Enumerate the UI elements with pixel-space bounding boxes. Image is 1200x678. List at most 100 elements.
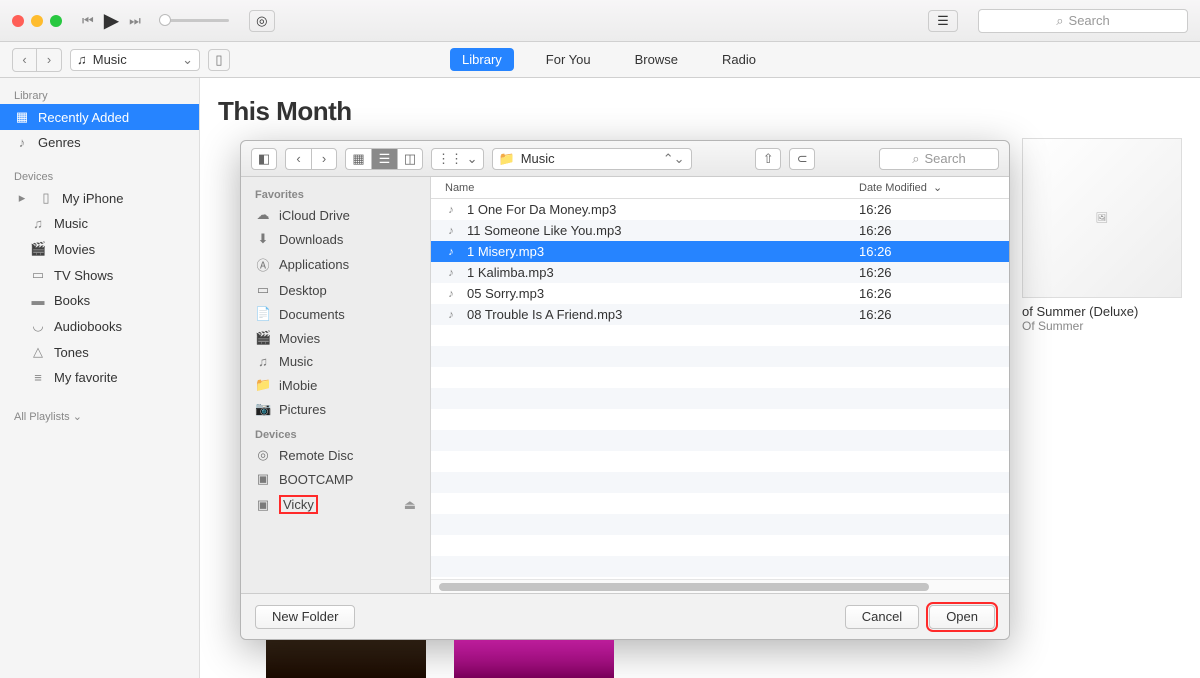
sidebar-item-tones[interactable]: △Tones (0, 339, 199, 365)
sidebar-toggle-button[interactable]: ◧ (251, 148, 277, 170)
prev-track-button[interactable]: ⏮ (82, 13, 94, 29)
sidebar-item-icloud[interactable]: ☁iCloud Drive (241, 203, 430, 227)
sidebar-item-recently-added[interactable]: ▦ Recently Added (0, 104, 199, 130)
sidebar-item-movies[interactable]: 🎬Movies (0, 236, 199, 262)
empty-row (431, 514, 1009, 535)
sidebar-item-vicky[interactable]: ▣Vicky⏏ (241, 491, 430, 518)
airplay-button[interactable]: ◎ (249, 10, 275, 32)
music-note-icon: ♫ (255, 354, 271, 369)
album-card[interactable]: 🖼 of Summer (Deluxe) Of Summer (1022, 138, 1182, 333)
eject-icon[interactable]: ⏏ (404, 497, 416, 513)
col-date[interactable]: Date Modified ⌄ (859, 181, 1009, 194)
view-column-button[interactable]: ◫ (397, 148, 423, 170)
empty-row (431, 388, 1009, 409)
music-note-icon: ♫ (77, 52, 87, 67)
empty-row (431, 430, 1009, 451)
nav-forward-button[interactable]: › (37, 49, 61, 71)
empty-row (431, 556, 1009, 577)
cancel-button[interactable]: Cancel (845, 605, 919, 629)
film-icon: 🎬 (255, 330, 271, 346)
file-row[interactable]: ♪1 Misery.mp316:26 (431, 241, 1009, 262)
tab-foryou[interactable]: For You (534, 48, 603, 71)
list-view-button[interactable]: ☰ (928, 10, 958, 32)
tags-button[interactable]: ⊂ (789, 148, 815, 170)
album-art: 🖼 (1022, 138, 1182, 298)
titlebar: ⏮ ▶ ⏭ ◎ ☰ ⌕ Search (0, 0, 1200, 42)
file-row[interactable]: ♪1 Kalimba.mp316:26 (431, 262, 1009, 283)
sidebar-item-bootcamp[interactable]: ▣BOOTCAMP (241, 467, 430, 491)
file-row[interactable]: ♪11 Someone Like You.mp316:26 (431, 220, 1009, 241)
file-date: 16:26 (859, 265, 1009, 280)
play-button[interactable]: ▶ (104, 8, 119, 33)
media-type-picker[interactable]: ♫ Music ⌄ (70, 49, 200, 71)
next-track-button[interactable]: ⏭ (129, 13, 141, 29)
tab-browse[interactable]: Browse (623, 48, 690, 71)
sidebar-item-documents[interactable]: 📄Documents (241, 302, 430, 326)
sidebar-label: Music (54, 216, 88, 231)
sidebar-all-playlists[interactable]: All Playlists ⌄ (0, 404, 199, 425)
open-button[interactable]: Open (929, 605, 995, 629)
sidebar-item-applications[interactable]: ⒶApplications (241, 251, 430, 278)
close-window-button[interactable] (12, 15, 24, 27)
file-row[interactable]: ♪1 One For Da Money.mp316:26 (431, 199, 1009, 220)
window-controls (12, 15, 62, 27)
file-list: Name Date Modified ⌄ ♪1 One For Da Money… (431, 177, 1009, 593)
view-icon-button[interactable]: ▦ (345, 148, 371, 170)
film-icon: 🎬 (30, 241, 46, 257)
file-row[interactable]: ♪05 Sorry.mp316:26 (431, 283, 1009, 304)
sidebar-item-myfavorite[interactable]: ≡My favorite (0, 365, 199, 390)
sidebar-item-music[interactable]: ♫Music (0, 211, 199, 236)
list-icon: ☰ (937, 13, 949, 29)
file-list-header[interactable]: Name Date Modified ⌄ (431, 177, 1009, 199)
sidebar-item-desktop[interactable]: ▭Desktop (241, 278, 430, 302)
main-toolbar: ‹ › ♫ Music ⌄ ▯ Library For You Browse R… (0, 42, 1200, 78)
tab-library[interactable]: Library (450, 48, 514, 71)
dialog-forward-button[interactable]: › (311, 148, 337, 170)
album-thumb[interactable] (454, 634, 614, 678)
sidebar-item-music[interactable]: ♫Music (241, 350, 430, 373)
sidebar-item-device[interactable]: ▸ ▯ My iPhone (0, 185, 199, 211)
sidebar-item-remote-disc[interactable]: ◎Remote Disc (241, 443, 430, 467)
empty-row (431, 472, 1009, 493)
search-placeholder: Search (1069, 13, 1110, 28)
path-dropdown[interactable]: 📁 Music ⌃⌄ (492, 148, 692, 170)
volume-slider[interactable] (159, 19, 229, 22)
dialog-back-button[interactable]: ‹ (285, 148, 311, 170)
sidebar-item-books[interactable]: ▬Books (0, 288, 199, 313)
file-date: 16:26 (859, 202, 1009, 217)
camera-icon: 📷 (255, 401, 271, 417)
sidebar-label: Audiobooks (54, 319, 122, 334)
view-list-button[interactable]: ☰ (371, 148, 397, 170)
minimize-window-button[interactable] (31, 15, 43, 27)
dialog-search-placeholder: Search (925, 151, 966, 166)
file-icon: ♪ (441, 288, 461, 300)
col-name[interactable]: Name (431, 182, 859, 194)
file-row[interactable]: ♪08 Trouble Is A Friend.mp316:26 (431, 304, 1009, 325)
phone-icon: ▯ (38, 190, 54, 206)
sidebar-item-tvshows[interactable]: ▭TV Shows (0, 262, 199, 288)
zoom-window-button[interactable] (50, 15, 62, 27)
bell-icon: △ (30, 344, 46, 360)
sidebar-item-imobie[interactable]: 📁iMobie (241, 373, 430, 397)
share-button[interactable]: ⇧ (755, 148, 781, 170)
sidebar-item-audiobooks[interactable]: ◡Audiobooks (0, 313, 199, 339)
arrange-button[interactable]: ⋮⋮ ⌄ (431, 148, 484, 170)
empty-row (431, 409, 1009, 430)
folder-icon: 📁 (499, 151, 515, 167)
dialog-search-input[interactable]: ⌕ Search (879, 148, 999, 170)
document-icon: 📄 (255, 306, 271, 322)
device-button[interactable]: ▯ (208, 49, 230, 71)
search-icon: ⌕ (1056, 13, 1063, 29)
album-thumb[interactable] (266, 634, 426, 678)
sidebar-item-movies[interactable]: 🎬Movies (241, 326, 430, 350)
dialog-sidebar-header-favorites: Favorites (241, 181, 430, 203)
nav-back-button[interactable]: ‹ (13, 49, 37, 71)
sidebar-item-genres[interactable]: ♪ Genres (0, 130, 199, 155)
file-name: 05 Sorry.mp3 (467, 286, 859, 301)
sidebar-item-pictures[interactable]: 📷Pictures (241, 397, 430, 421)
horizontal-scrollbar[interactable] (431, 579, 1009, 593)
new-folder-button[interactable]: New Folder (255, 605, 355, 629)
sidebar-item-downloads[interactable]: ⬇Downloads (241, 227, 430, 251)
tab-radio[interactable]: Radio (710, 48, 768, 71)
global-search-input[interactable]: ⌕ Search (978, 9, 1188, 33)
